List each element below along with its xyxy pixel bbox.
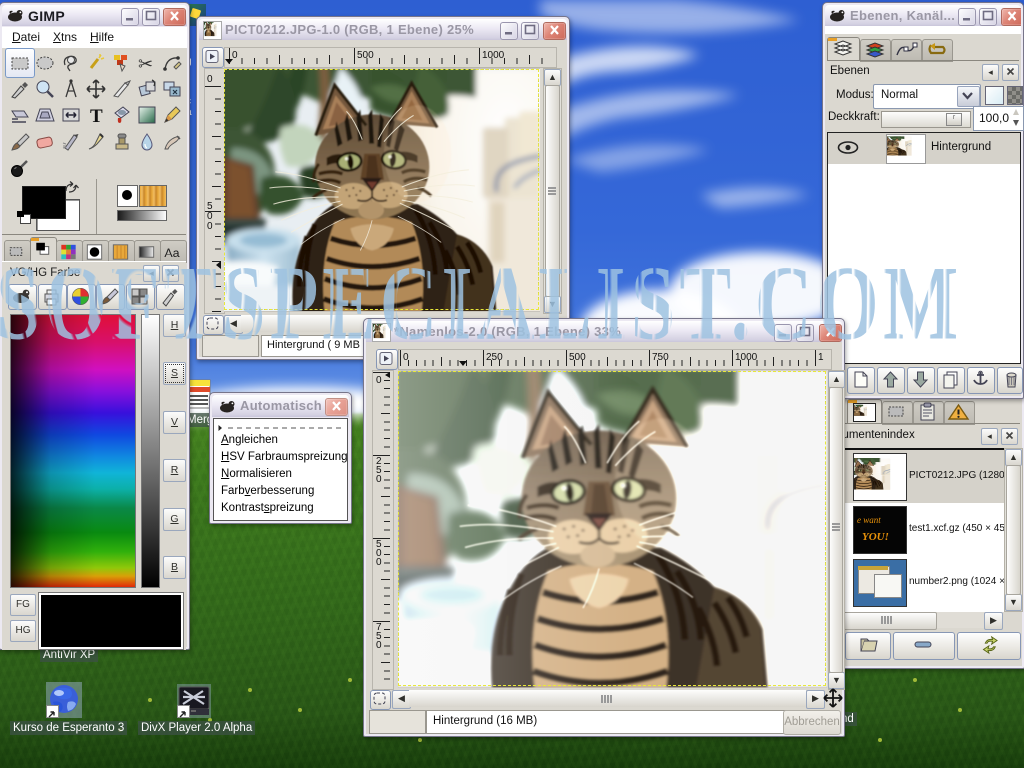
svg-text:500: 500: [357, 50, 374, 61]
svg-text:0: 0: [207, 74, 213, 85]
svg-text:0: 0: [376, 557, 382, 568]
svg-text:0: 0: [376, 474, 382, 485]
svg-text:0: 0: [207, 221, 213, 232]
svg-text:T: T: [90, 106, 103, 127]
svg-text:0: 0: [376, 640, 382, 651]
svg-text:0: 0: [232, 50, 238, 61]
svg-text:1000: 1000: [482, 50, 505, 61]
svg-text:✂: ✂: [138, 54, 153, 74]
svg-text:0: 0: [376, 375, 382, 386]
